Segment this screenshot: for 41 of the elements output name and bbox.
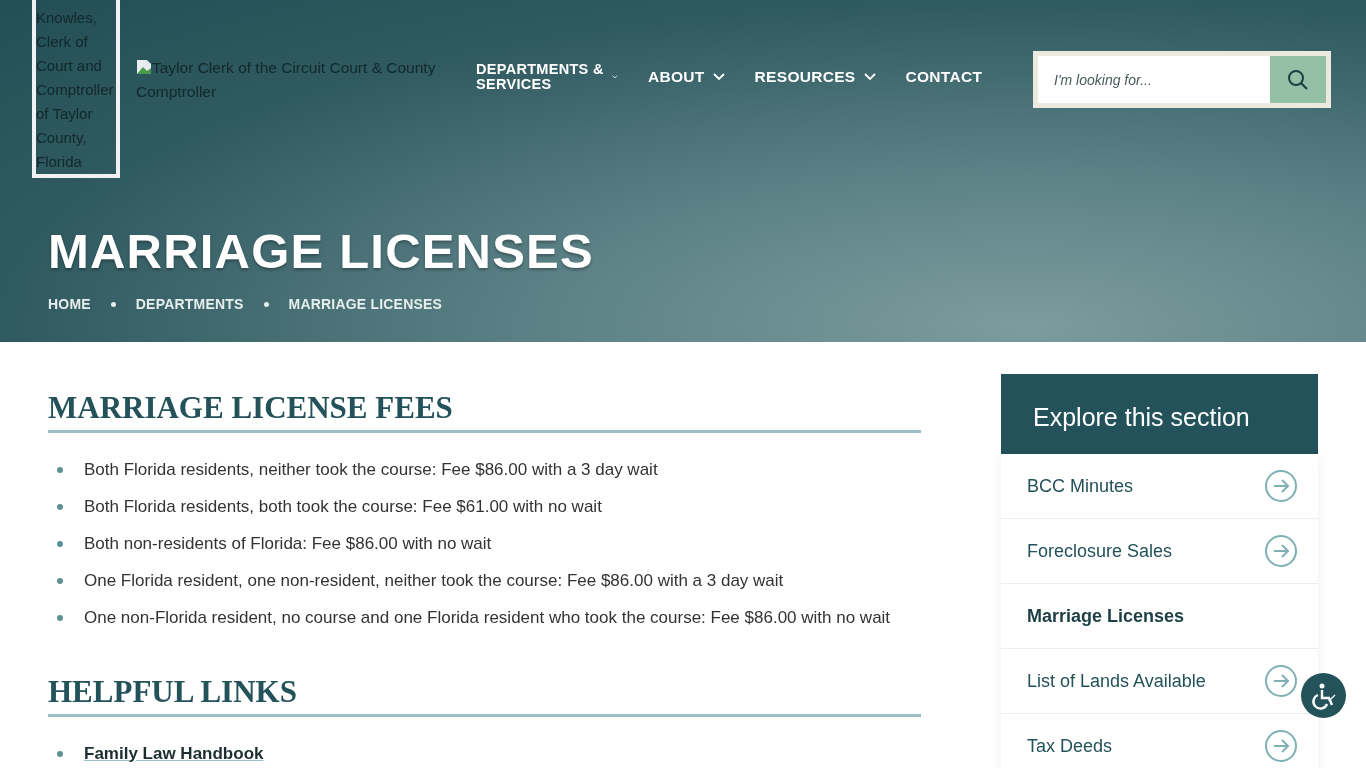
- sidebar-title: Explore this section: [1001, 374, 1318, 454]
- sidebar-item[interactable]: Foreclosure Sales: [1001, 519, 1318, 584]
- bullet-icon: [57, 540, 63, 547]
- sidebar-item[interactable]: BCC Minutes: [1001, 454, 1318, 519]
- search-button[interactable]: [1270, 56, 1326, 103]
- bullet-icon: [57, 750, 63, 757]
- sidebar-item[interactable]: Marriage Licenses: [1001, 584, 1318, 649]
- arrow-circle-icon: [1264, 534, 1298, 568]
- nav-link[interactable]: DEPARTMENTS & SERVICES: [476, 62, 618, 92]
- search-icon: [1287, 68, 1309, 91]
- search-bar[interactable]: I'm looking for...: [1033, 51, 1331, 108]
- separator-dot-icon: [263, 301, 269, 307]
- broken-image-icon: [136, 59, 152, 75]
- fee-item: One non-Florida resident, no course and one Florida resident who took the course: Fee $86.00 with no wait: [84, 607, 891, 628]
- bullet-icon: [57, 614, 63, 621]
- nav-link[interactable]: CONTACT: [905, 68, 983, 86]
- chevron-down-icon: [612, 74, 618, 80]
- fee-item: Both Florida residents, both took the course: Fee $61.00 with no wait: [84, 496, 602, 517]
- handbook-link[interactable]: Family Law Handbook: [84, 743, 264, 764]
- sidebar-item[interactable]: Tax Deeds: [1001, 714, 1318, 768]
- fee-item: Both non-residents of Florida: Fee $86.00 with no wait: [84, 533, 492, 554]
- bullet-icon: [57, 466, 63, 473]
- section-heading: MARRIAGE LICENSE FEES: [48, 390, 921, 433]
- page-title: MARRIAGE LICENSES: [48, 226, 595, 276]
- bullet-icon: [57, 503, 63, 510]
- arrow-circle-icon: [1264, 664, 1298, 698]
- separator-dot-icon: [110, 301, 116, 307]
- section-heading: HELPFUL LINKS: [48, 674, 921, 717]
- arrow-circle-icon: [1264, 729, 1298, 763]
- bullet-icon: [57, 577, 63, 584]
- accessibility-overlay[interactable]: [1301, 673, 1346, 718]
- nav-link[interactable]: RESOURCES: [754, 68, 876, 86]
- nav-link[interactable]: ABOUT: [648, 68, 725, 86]
- breadcrumb-current-link[interactable]: MARRIAGE LICENSES: [288, 296, 443, 312]
- arrow-circle-icon: [1264, 469, 1298, 503]
- chevron-down-icon: [863, 73, 876, 81]
- breadcrumb-link[interactable]: DEPARTMENTS: [135, 296, 244, 312]
- fee-item: One Florida resident, one non-resident, neither took the course: Fee $86.00 with a 3 day wait: [84, 570, 784, 591]
- breadcrumb-link[interactable]: HOME: [48, 296, 91, 312]
- fee-item: Both Florida residents, neither took the course: Fee $86.00 with a 3 day wait: [84, 459, 658, 480]
- chevron-down-icon: [712, 73, 725, 81]
